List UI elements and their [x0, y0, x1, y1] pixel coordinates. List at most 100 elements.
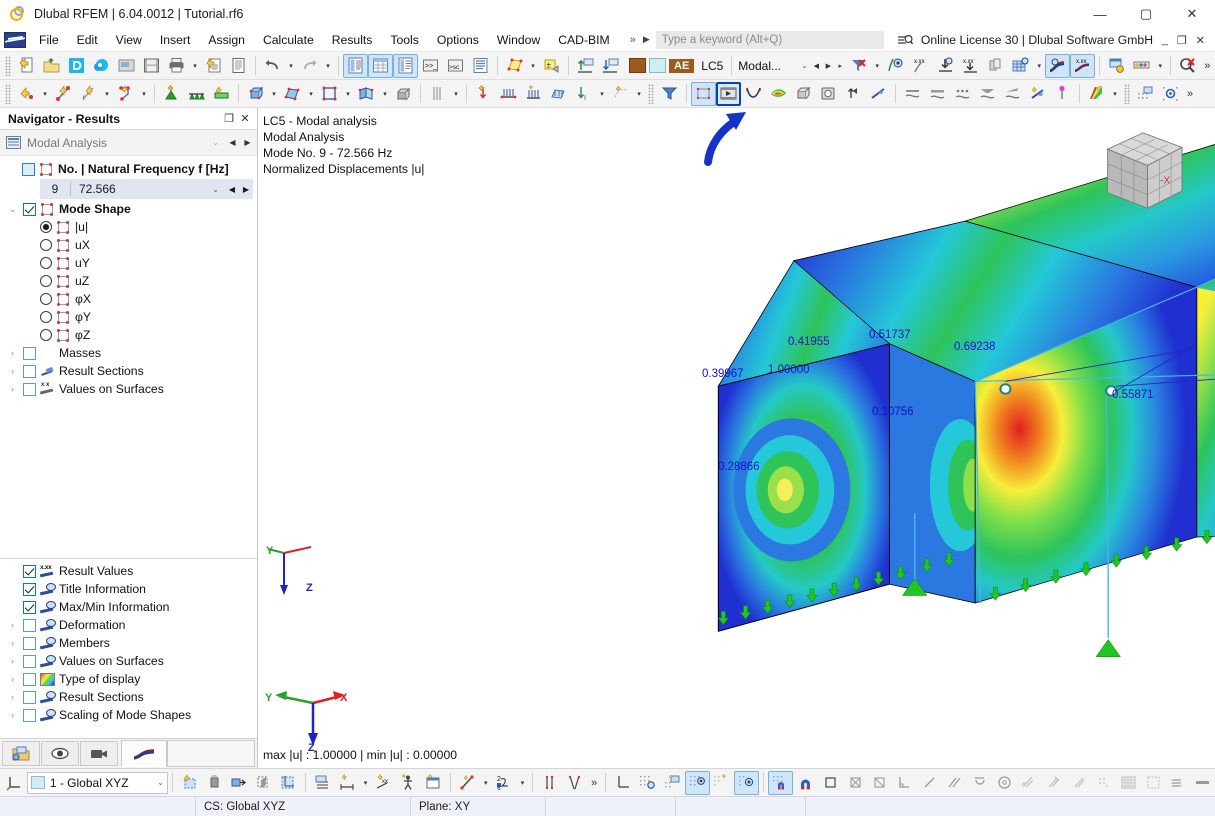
undo-dropdown-icon[interactable]: ▾	[285, 54, 297, 78]
result-diagram-dropdown-icon[interactable]: ▾	[1154, 54, 1166, 78]
line-support-icon[interactable]	[184, 82, 209, 106]
view-toolbar-grip[interactable]	[1124, 83, 1130, 104]
cs-combo-arrow-icon[interactable]: ⌄	[157, 778, 164, 787]
snap-perpendicular-icon[interactable]	[892, 771, 917, 795]
snap-node-icon[interactable]	[1066, 771, 1091, 795]
new-polyline-dropdown-icon[interactable]: ▾	[138, 82, 150, 106]
color-scale-dropdown-icon[interactable]: ▾	[1109, 82, 1121, 106]
doc-minimize-button[interactable]: _	[1162, 34, 1168, 46]
minimize-button[interactable]: —	[1077, 0, 1123, 28]
tree-item-uy[interactable]: uY	[0, 254, 257, 272]
new-surface-dropdown-icon[interactable]: ▾	[305, 82, 317, 106]
result-sections-expander-icon[interactable]: ›	[6, 366, 19, 376]
menu-assign[interactable]: Assign	[199, 30, 254, 50]
new-opening-dropdown-icon[interactable]: ▾	[342, 82, 354, 106]
uz-radio[interactable]	[40, 275, 52, 287]
member-deform-1-icon[interactable]	[900, 82, 925, 106]
snap-endpoint-icon[interactable]	[818, 771, 843, 795]
type-of-display-expander-icon[interactable]: ›	[6, 674, 19, 684]
model-toolbar-grip[interactable]	[5, 83, 11, 104]
menu-insert[interactable]: Insert	[151, 30, 199, 50]
rounding-icon[interactable]: 26	[492, 771, 517, 795]
dimension-diagonal-icon[interactable]: xx	[372, 771, 397, 795]
mode-shape-checkbox[interactable]	[23, 202, 36, 216]
load-case-selector[interactable]: AE LC5	[629, 58, 727, 73]
snap-quadrant-icon[interactable]	[1041, 771, 1066, 795]
tree-item-phiz[interactable]: φZ	[0, 326, 257, 344]
load-case-prev-icon[interactable]: ◀	[810, 54, 822, 78]
min-value-icon[interactable]	[933, 54, 958, 78]
undo-icon[interactable]	[260, 54, 285, 78]
deformation-expander-icon[interactable]: ›	[6, 620, 19, 630]
phiy-radio[interactable]	[40, 311, 52, 323]
menu-file[interactable]: File	[30, 30, 68, 50]
list-icon[interactable]	[468, 54, 493, 78]
ortho-mode-icon[interactable]	[1190, 771, 1215, 795]
snap-dots-icon[interactable]	[1091, 771, 1116, 795]
menu-play-icon[interactable]: ▶	[639, 34, 654, 45]
rendering-icon[interactable]	[816, 82, 841, 106]
pin-result-icon[interactable]	[1050, 82, 1075, 106]
tree-item-deformation[interactable]: › Deformation	[0, 616, 257, 634]
table-view-icon[interactable]	[368, 53, 393, 78]
menu-window[interactable]: Window	[488, 30, 549, 50]
u-abs-radio[interactable]	[40, 221, 52, 233]
tree-item-values-on-surfaces-display[interactable]: › Values on Surfaces	[0, 652, 257, 670]
tree-item-type-of-display[interactable]: › Type of display	[0, 670, 257, 688]
model-viewport[interactable]: LC5 - Modal analysis Modal Analysis Mode…	[258, 108, 1215, 768]
masses-expander-icon[interactable]: ›	[6, 348, 19, 358]
menu-tools[interactable]: Tools	[381, 30, 427, 50]
result-sections-display-expander-icon[interactable]: ›	[6, 692, 19, 702]
navigator-float-button[interactable]: ❐	[221, 111, 237, 127]
ux-radio[interactable]	[40, 239, 52, 251]
navigator-results-tab[interactable]	[121, 740, 167, 767]
max-value-icon[interactable]: x.xx	[958, 54, 983, 78]
mode-next-button[interactable]: ▶	[239, 185, 253, 194]
surface-load-icon[interactable]	[546, 82, 571, 106]
tree-item-u-abs[interactable]: |u|	[0, 218, 257, 236]
snap-tangent-icon[interactable]	[967, 771, 992, 795]
new-block-icon[interactable]	[391, 82, 416, 106]
view-cube[interactable]: -X	[1093, 122, 1193, 220]
bottom-toolbar-overflow-icon[interactable]: »	[587, 777, 601, 789]
surface-results-dropdown-icon[interactable]: ▾	[1033, 54, 1045, 78]
cs-plane-icon[interactable]	[276, 771, 301, 795]
new-solid-dropdown-icon[interactable]: ▾	[268, 82, 280, 106]
surface-support-icon[interactable]	[209, 82, 234, 106]
converging-guides-icon[interactable]	[562, 771, 587, 795]
vertical-guides-icon[interactable]	[537, 771, 562, 795]
new-line-dim-icon[interactable]: I	[76, 82, 101, 106]
mode-combo-arrow-icon[interactable]: ⌄	[212, 185, 225, 194]
member-deform-5-icon[interactable]	[1000, 82, 1025, 106]
navigator-close-button[interactable]: ✕	[237, 111, 253, 127]
redo-icon[interactable]	[297, 54, 322, 78]
tree-item-result-sections-display[interactable]: › Result Sections	[0, 688, 257, 706]
menu-results[interactable]: Results	[323, 30, 382, 50]
load-up-icon[interactable]	[573, 54, 598, 78]
show-result-values-icon[interactable]	[883, 54, 908, 78]
undeformed-view-icon[interactable]	[691, 81, 716, 106]
menu-view[interactable]: View	[107, 30, 151, 50]
measure-icon[interactable]	[455, 771, 480, 795]
result-section-new-icon[interactable]	[1025, 82, 1050, 106]
mode-prev-button[interactable]: ◀	[225, 185, 239, 194]
member-deform-4-icon[interactable]	[975, 82, 1000, 106]
result-values-numbers-icon[interactable]: x.xx	[908, 54, 933, 78]
phiz-radio[interactable]	[40, 329, 52, 341]
tree-item-members[interactable]: › Members	[0, 634, 257, 652]
new-polyline-icon[interactable]	[113, 82, 138, 106]
doc-close-button[interactable]: ✕	[1196, 34, 1205, 47]
tree-item-scaling-of-mode-shapes[interactable]: › Scaling of Mode Shapes	[0, 706, 257, 724]
surface-select-dropdown-icon[interactable]: ▾	[527, 54, 539, 78]
show-grid-icon[interactable]	[684, 770, 710, 795]
values-on-surfaces-checkbox[interactable]	[23, 382, 36, 396]
dimension-dropdown-icon[interactable]: ▾	[360, 771, 372, 795]
snap-parallel-icon[interactable]	[942, 771, 967, 795]
animate-mode-shape-icon[interactable]	[716, 81, 741, 106]
save-icon[interactable]	[139, 54, 164, 78]
comment-icon[interactable]	[421, 771, 446, 795]
new-wall-dropdown-icon[interactable]: ▾	[379, 82, 391, 106]
tree-item-natural-frequency[interactable]: No. | Natural Frequency f [Hz]	[0, 160, 257, 178]
analysis-type-combo[interactable]: Modal... ⌄	[736, 54, 810, 78]
clear-selection-icon[interactable]	[1175, 54, 1200, 78]
